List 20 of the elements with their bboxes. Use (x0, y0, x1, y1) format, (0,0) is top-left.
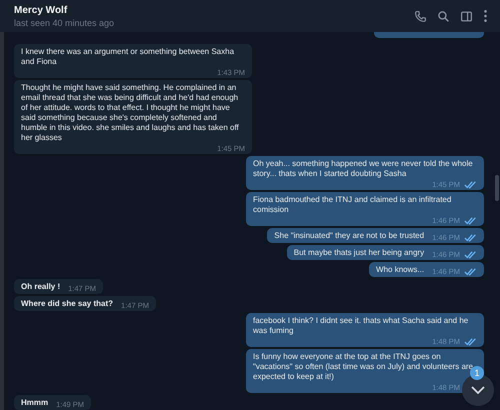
phone-icon[interactable] (414, 10, 427, 22)
message-text: Oh really ! (21, 282, 60, 292)
message-text: Where did she say that? (21, 299, 114, 309)
message-text: She "insinuated" they are not to be trusted (274, 231, 424, 241)
message-text: Fiona badmouthed the ITNJ and claimed is an infiltrated comission (253, 195, 452, 215)
message-text: Oh yeah... something happened we were never told the whole story... thats when I started doubting Sasha (253, 159, 474, 179)
last-seen-status: last seen 40 minutes ago (14, 18, 114, 28)
scroll-down-button[interactable] (462, 374, 494, 406)
message-text: But maybe thats just her being angry (294, 248, 424, 258)
message-text: Thought he might have said something. He complained in an email thread that she was being difficult and he'd had enough of her attitude. words to that effect. I thought he might have said something because she's completely softened and humble in this video. she smiles and laughs and has taken off her glasses (21, 83, 240, 143)
message-text: Who knows... (376, 265, 424, 275)
message-text: Hmmm (21, 398, 48, 408)
side-panel-icon[interactable] (460, 10, 473, 22)
scrollbar-thumb[interactable] (495, 175, 499, 201)
chevron-down-icon (471, 386, 485, 394)
contact-name: Mercy Wolf (14, 4, 68, 16)
message-text: I knew there was an argument or something between Saxha and Fiona (21, 47, 236, 67)
message-text: facebook I think? I didnt see it. thats what Sacha said and he was fuming (253, 316, 470, 336)
more-icon[interactable] (483, 9, 488, 23)
search-icon[interactable] (437, 10, 450, 22)
